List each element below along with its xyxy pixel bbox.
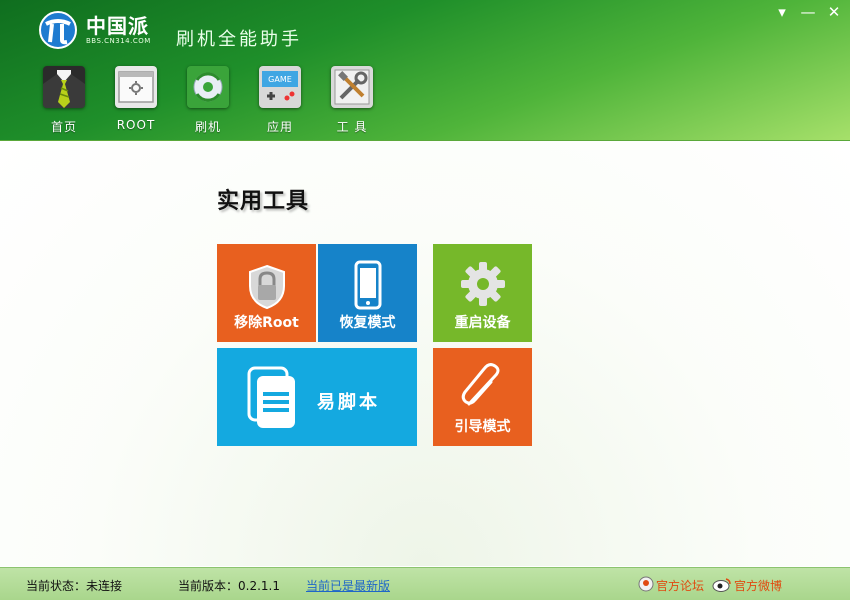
reboot-device-tile[interactable]: 重启设备 [433, 244, 532, 342]
nav-label-home: 首页 [50, 120, 77, 134]
lock-shield-icon [249, 264, 285, 310]
tools-icon [331, 66, 373, 108]
nav-label-apps: 应用 [266, 120, 293, 134]
root-window-icon [115, 66, 157, 108]
logo-mark-icon [39, 11, 77, 49]
nav-label-tools: 工 具 [336, 120, 368, 134]
update-status-link[interactable]: 当前已是最新版 [306, 577, 390, 594]
recovery-mode-label: 恢复模式 [339, 315, 396, 331]
nav-label-root: ROOT [116, 118, 156, 132]
weibo-link[interactable]: 官方微博 [734, 577, 782, 594]
logo-subtext: BBS.CN314.COM [86, 37, 151, 45]
logo: 中国派 BBS.CN314.COM [36, 10, 151, 50]
easy-script-label: 易脚本 [317, 392, 380, 413]
phone-icon [354, 260, 382, 310]
remove-root-tile[interactable]: 移除Root [217, 244, 316, 342]
flash-disc-icon [187, 66, 229, 108]
connection-status: 当前状态：未连接 [26, 579, 123, 593]
window-controls: ▾ — ✕ [774, 4, 842, 20]
svg-text:GAME: GAME [268, 75, 292, 84]
forum-icon [638, 576, 654, 592]
weibo-icon [712, 578, 731, 592]
main-nav: 首页 ROOT 刷机 GAME 应用 工 具 [28, 66, 388, 135]
nav-item-root[interactable]: ROOT [100, 66, 172, 135]
menu-dropdown-button[interactable]: ▾ [774, 4, 790, 20]
status-bar: 当前状态：未连接 当前版本：0.2.1.1 当前已是最新版 官方论坛 官方微博 [0, 567, 850, 600]
forum-link[interactable]: 官方论坛 [656, 577, 704, 594]
easy-script-tile[interactable]: 易脚本 [217, 348, 417, 446]
close-button[interactable]: ✕ [826, 4, 842, 20]
game-app-icon: GAME [259, 66, 301, 108]
section-title: 实用工具 [217, 189, 310, 214]
main-content: 实用工具 移除Root 恢复模式 重启设备 易脚本 引导模式 [0, 141, 850, 566]
suit-tie-icon [43, 66, 85, 108]
logo-text: 中国派 [86, 14, 149, 38]
minimize-button[interactable]: — [800, 4, 816, 20]
nav-item-apps[interactable]: GAME 应用 [244, 66, 316, 135]
title-header: 中国派 BBS.CN314.COM 刷机全能助手 ▾ — ✕ 首页 ROOT 刷… [0, 0, 850, 141]
boot-mode-tile[interactable]: 引导模式 [433, 348, 532, 446]
boot-mode-label: 引导模式 [454, 419, 511, 435]
nav-item-flash[interactable]: 刷机 [172, 66, 244, 135]
reboot-device-label: 重启设备 [454, 315, 511, 331]
paperclip-icon [461, 363, 500, 406]
app-title: 刷机全能助手 [176, 29, 302, 50]
gear-icon [461, 262, 505, 306]
remove-root-label: 移除Root [234, 315, 299, 331]
recovery-mode-tile[interactable]: 恢复模式 [318, 244, 417, 342]
nav-label-flash: 刷机 [194, 120, 221, 134]
nav-item-home[interactable]: 首页 [28, 66, 100, 135]
document-icon [247, 366, 295, 428]
nav-item-tools[interactable]: 工 具 [316, 66, 388, 135]
version-text: 当前版本：0.2.1.1 [178, 579, 280, 593]
